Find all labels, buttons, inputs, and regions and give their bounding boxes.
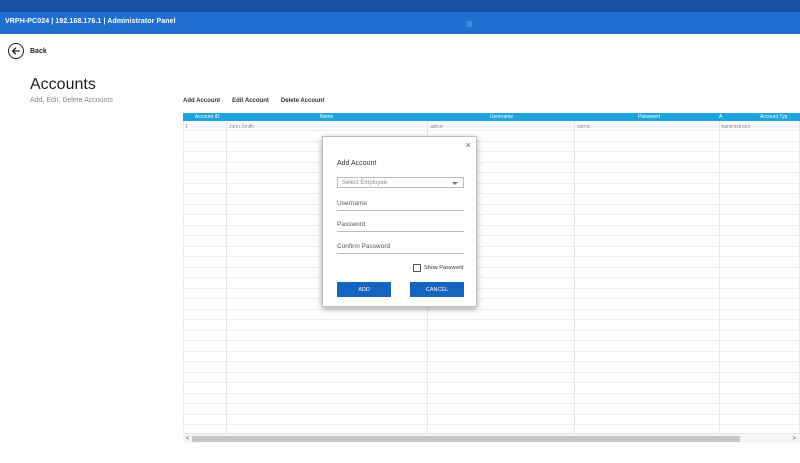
edit-account-button[interactable]: Edit Account: [232, 98, 269, 104]
page-title: Accounts: [30, 76, 96, 93]
close-icon[interactable]: ×: [466, 140, 471, 150]
window-title: VRPH-PC024 | 192.168.176.1 | Administrat…: [5, 18, 176, 25]
show-password-label: Show Password: [424, 265, 464, 271]
grid-row-line: [183, 329, 800, 331]
grid-row-line: [183, 130, 800, 131]
grid-row-line: [183, 413, 800, 415]
confirm-password-field[interactable]: Confirm Password: [337, 242, 464, 254]
grid-row-line: [183, 151, 800, 152]
grid-row-line: [183, 277, 800, 278]
grid-row-line: [183, 340, 800, 341]
page-subtitle: Add, Edit, Delete Accounts: [30, 97, 113, 104]
scroll-right-icon[interactable]: >: [792, 436, 796, 442]
grid-row-line: [183, 403, 800, 404]
table-body: 1 John Smith admin admin Administrator: [183, 121, 800, 433]
password-placeholder: Password: [337, 221, 366, 228]
grid-row-line: [183, 382, 800, 383]
grid-row-line: [183, 214, 800, 215]
add-button[interactable]: ADD: [337, 282, 391, 297]
column-header-account-id[interactable]: Account ID: [195, 114, 219, 120]
back-label: Back: [30, 47, 47, 55]
horizontal-scrollbar[interactable]: < >: [183, 433, 800, 443]
toolbar: Add Account Edit Account Delete Account: [183, 98, 324, 104]
grid-row-line: [183, 245, 800, 247]
column-header-name[interactable]: Name: [320, 114, 333, 120]
grid-row-line: [183, 319, 800, 320]
column-header-username[interactable]: Username: [490, 114, 513, 120]
accounts-table: Account ID Name Username Password A Acco…: [183, 113, 800, 433]
username-field[interactable]: Username: [337, 199, 464, 211]
dialog-title: Add Account: [337, 160, 377, 167]
title-bar: VRPH-PC024 | 192.168.176.1 | Administrat…: [0, 12, 800, 34]
scroll-left-icon[interactable]: <: [186, 436, 190, 442]
grid-row-line: [183, 193, 800, 194]
grid-row-line: [183, 235, 800, 236]
grid-row-line: [183, 308, 800, 310]
back-button[interactable]: Back: [8, 43, 47, 59]
grid-row-line: [183, 350, 800, 352]
grid-row-line: [183, 361, 800, 362]
grid-row-line: [183, 224, 800, 226]
checkbox-icon[interactable]: [413, 264, 421, 272]
cancel-button[interactable]: CANCEL: [410, 282, 464, 297]
grid-row-line: [183, 371, 800, 373]
grid-row-line: [183, 424, 800, 425]
employee-select-placeholder: Select Employee: [342, 180, 388, 186]
add-account-dialog: × Add Account Select Employee Username P…: [322, 136, 477, 307]
grid-row-line: [183, 298, 800, 299]
top-bar: [0, 0, 800, 12]
add-account-button[interactable]: Add Account: [183, 98, 220, 104]
column-header-account-type[interactable]: Account Typ: [760, 114, 787, 120]
password-field[interactable]: Password: [337, 220, 464, 232]
grid-row-line: [183, 140, 800, 142]
grid-row-line: [183, 392, 800, 394]
scroll-thumb[interactable]: [192, 436, 740, 442]
grid-row-line: [183, 182, 800, 184]
back-arrow-icon: [8, 43, 24, 59]
column-header-a[interactable]: A: [719, 114, 722, 120]
username-placeholder: Username: [337, 200, 367, 207]
grid-row-line: [183, 266, 800, 268]
confirm-password-placeholder: Confirm Password: [337, 243, 391, 250]
grid-row-line: [183, 161, 800, 163]
grid-row-line: [183, 287, 800, 289]
show-password-checkbox[interactable]: Show Password: [413, 264, 463, 272]
grid-row-line: [183, 172, 800, 173]
column-header-password[interactable]: Password: [638, 114, 660, 120]
grid-row-line: [183, 256, 800, 257]
grid-row-line: [183, 203, 800, 205]
title-bar-marker-icon: [466, 21, 472, 27]
delete-account-button[interactable]: Delete Account: [281, 98, 324, 104]
employee-select[interactable]: Select Employee: [337, 177, 464, 188]
chevron-down-icon: [452, 182, 458, 185]
table-header: Account ID Name Username Password A Acco…: [183, 113, 800, 121]
